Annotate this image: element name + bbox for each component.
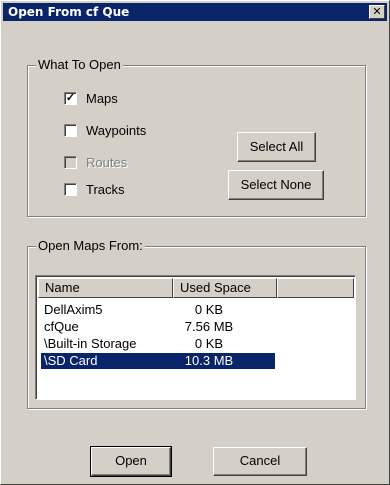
filler-column-header [277,278,354,298]
tracks-label: Tracks [86,182,125,197]
waypoints-label: Waypoints [86,123,147,138]
what-to-open-legend: What To Open [36,57,123,73]
name-column-header[interactable]: Name [38,278,173,298]
open-maps-from-legend: Open Maps From: [36,238,145,254]
list-item[interactable]: cfQue 7.56 MB [41,319,275,335]
title-bar[interactable]: Open From cf Que ✕ [3,3,387,21]
window-title: Open From cf Que [8,5,130,19]
close-button[interactable]: ✕ [369,5,385,19]
routes-label: Routes [86,155,128,170]
open-from-dialog: Open From cf Que ✕ What To Open ✓ Maps W… [0,0,390,485]
cancel-button[interactable]: Cancel [213,447,307,476]
list-item[interactable]: \Built-in Storage 0 KB [41,336,275,352]
list-item-selected[interactable]: \SD Card 10.3 MB [41,353,275,369]
waypoints-checkbox[interactable] [64,124,77,137]
open-button[interactable]: Open [90,446,172,477]
checkmark-icon: ✓ [65,92,76,104]
maps-label: Maps [86,91,118,106]
list-item[interactable]: DellAxim5 0 KB [41,302,275,318]
used-space-column-header[interactable]: Used Space [173,278,277,298]
routes-checkbox [64,156,77,169]
close-icon: ✕ [372,5,382,18]
maps-checkbox[interactable]: ✓ [64,92,77,105]
tracks-checkbox[interactable] [64,183,77,196]
maps-source-list[interactable]: Name Used Space DellAxim5 0 KB cfQue 7.5… [35,275,356,400]
select-none-button[interactable]: Select None [228,170,324,200]
what-to-open-group: What To Open ✓ Maps Waypoints Routes Tra… [27,57,366,217]
list-header: Name Used Space [38,278,354,298]
select-all-button[interactable]: Select All [237,132,316,162]
